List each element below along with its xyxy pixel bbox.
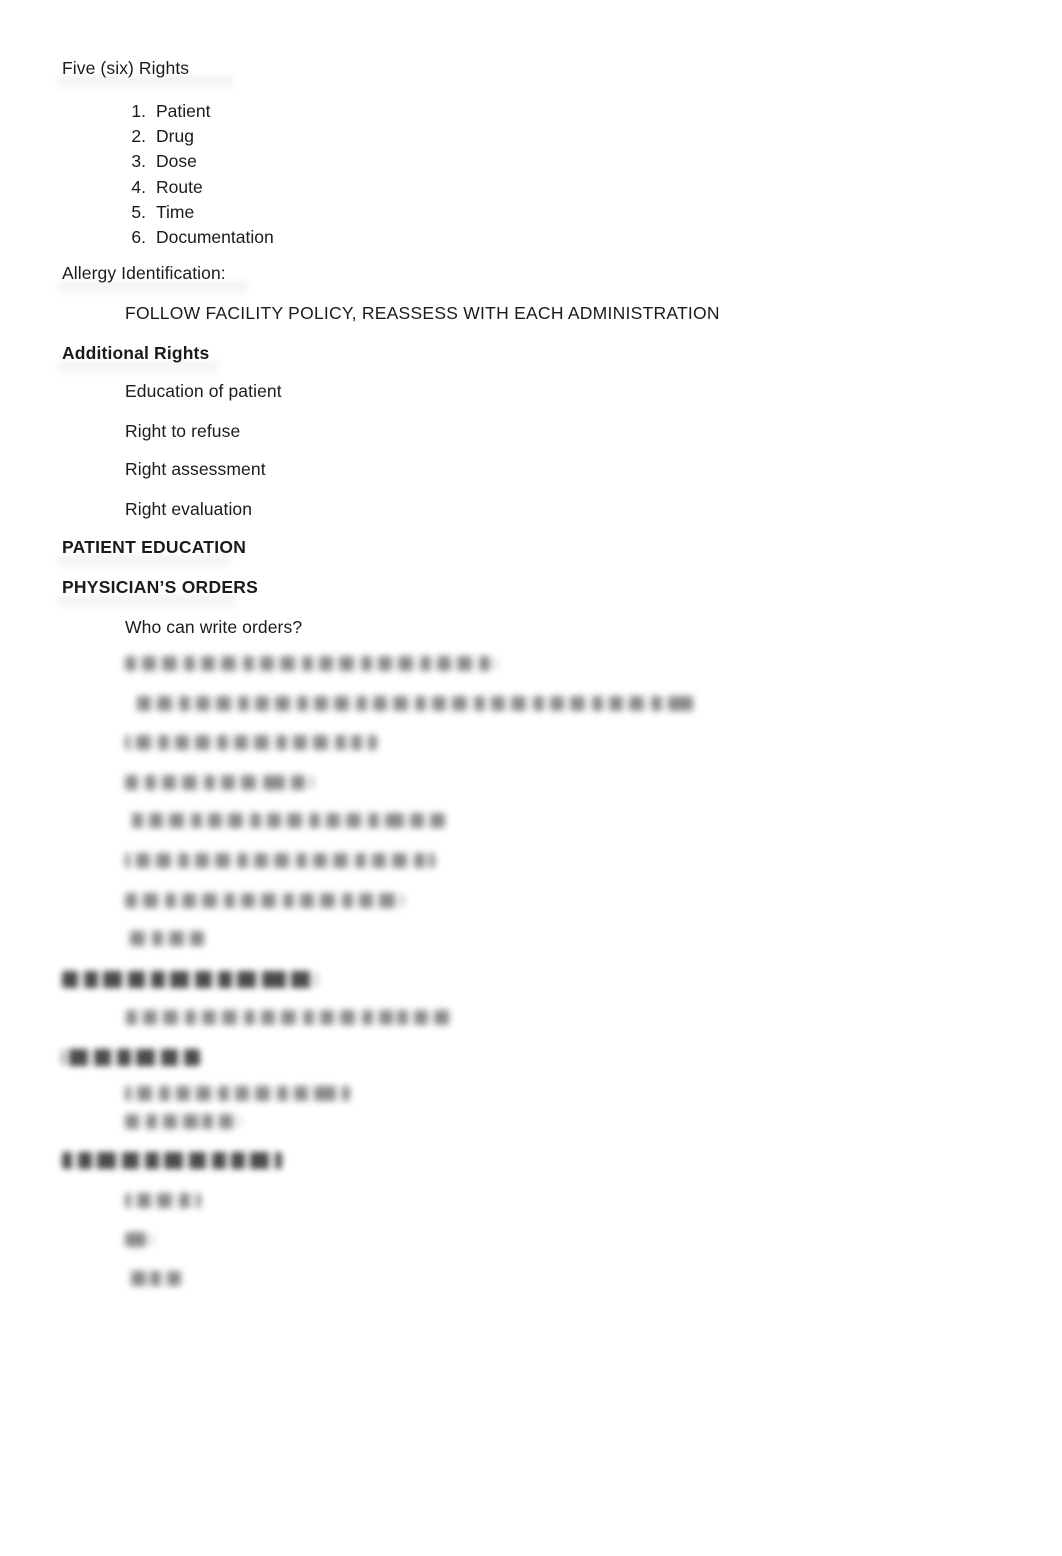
list-item-label: Time <box>156 202 195 222</box>
redacted-heading-line <box>62 1049 200 1066</box>
redacted-text-line <box>125 656 497 671</box>
list-item-label: Patient <box>156 101 211 121</box>
document-page: Five (six) Rights 1. Patient 2. Drug 3. … <box>0 0 1062 1556</box>
redacted-text-line <box>125 1086 350 1101</box>
list-item-number: 4. <box>131 177 146 197</box>
list-item-number: 6. <box>131 227 146 247</box>
list-item-label: Dose <box>156 151 197 171</box>
additional-rights-item: Right evaluation <box>125 499 253 519</box>
redacted-text-line <box>125 1010 455 1025</box>
redacted-text-line <box>125 893 403 908</box>
list-item-label: Documentation <box>156 227 274 247</box>
redacted-text-line <box>125 1193 201 1208</box>
patient-education-heading: PATIENT EDUCATION <box>62 537 247 557</box>
additional-rights-heading-wash <box>58 361 218 379</box>
redacted-text-line <box>125 775 313 790</box>
list-item-label: Route <box>156 177 203 197</box>
redacted-text-line <box>125 735 377 750</box>
list-item-number: 1. <box>131 101 146 121</box>
redacted-text-line <box>125 813 445 828</box>
physicians-orders-heading: PHYSICIAN’S ORDERS <box>62 577 259 597</box>
list-item-number: 5. <box>131 202 146 222</box>
redacted-text-line <box>125 1271 181 1286</box>
allergy-policy-note: FOLLOW FACILITY POLICY, REASSESS WITH EA… <box>125 303 720 323</box>
physicians-orders-question: Who can write orders? <box>125 617 303 637</box>
redacted-heading-line <box>62 971 317 988</box>
patient-education-heading-wash <box>58 555 230 573</box>
redacted-text-line <box>125 931 205 946</box>
additional-rights-item: Right to refuse <box>125 421 241 441</box>
additional-rights-item: Education of patient <box>125 381 282 401</box>
list-item-number: 2. <box>131 126 146 146</box>
redacted-text-line <box>125 853 435 868</box>
additional-rights-heading: Additional Rights <box>62 343 210 363</box>
list-item-label: Drug <box>156 126 194 146</box>
allergy-heading-wash <box>58 281 248 299</box>
additional-rights-item: Right assessment <box>125 459 266 479</box>
allergy-heading: Allergy Identification: <box>62 263 226 283</box>
redacted-heading-line <box>62 1152 282 1169</box>
redacted-text-line <box>125 1232 153 1247</box>
redacted-text-line <box>133 696 695 711</box>
list-item-number: 3. <box>131 151 146 171</box>
heading-wash <box>58 76 233 94</box>
five-rights-heading: Five (six) Rights <box>62 58 190 78</box>
physicians-orders-heading-wash <box>58 595 236 613</box>
redacted-text-line <box>125 1114 240 1129</box>
